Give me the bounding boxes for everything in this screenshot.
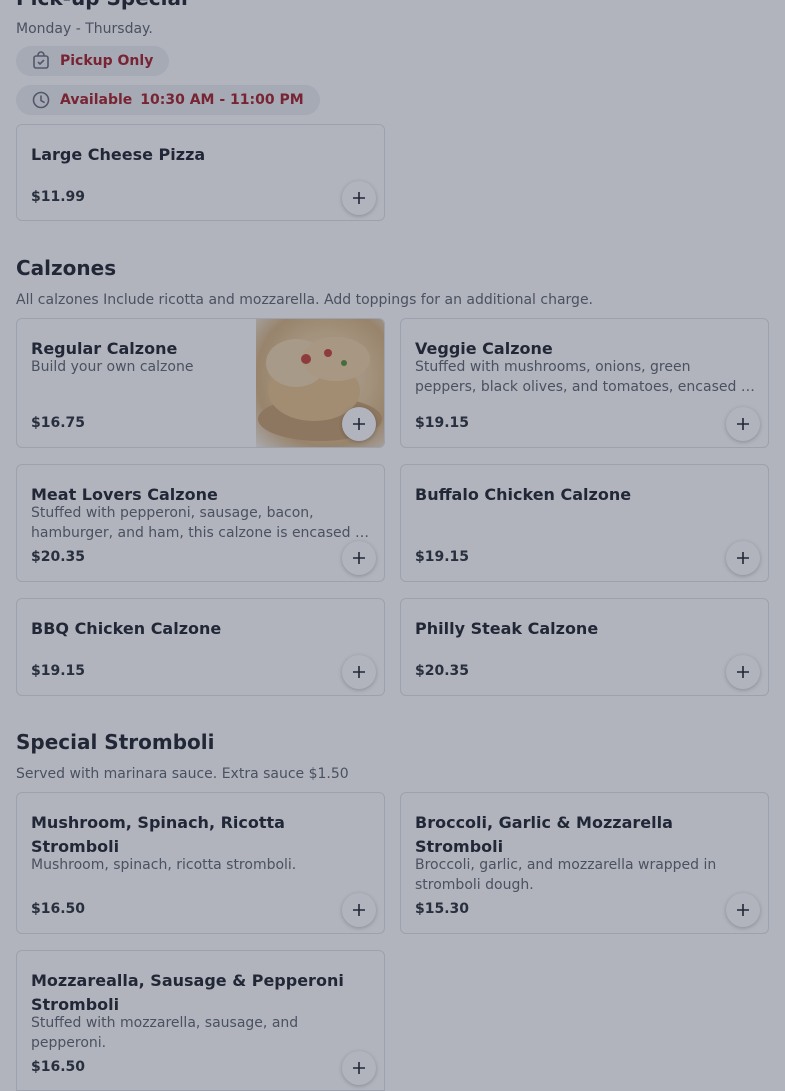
plus-icon xyxy=(353,666,365,678)
add-item-button[interactable] xyxy=(342,655,376,689)
add-item-button[interactable] xyxy=(726,541,760,575)
section-subtitle-calzones: All calzones Include ricotta and mozzare… xyxy=(16,292,594,308)
add-item-button[interactable] xyxy=(342,407,376,441)
item-price: $19.15 xyxy=(415,415,470,431)
menu-page: Pick-up Special Monday - Thursday. Picku… xyxy=(0,0,785,1091)
add-item-button[interactable] xyxy=(726,407,760,441)
plus-icon xyxy=(737,418,749,430)
menu-item-card[interactable]: Buffalo Chicken Calzone $19.15 xyxy=(400,464,769,582)
plus-icon xyxy=(737,552,749,564)
section-subtitle-stromboli: Served with marinara sauce. Extra sauce … xyxy=(16,766,349,782)
item-description: Build your own calzone xyxy=(31,359,194,375)
item-name: BBQ Chicken Calzone xyxy=(31,619,222,638)
item-price: $20.35 xyxy=(31,549,86,565)
add-item-button[interactable] xyxy=(342,181,376,215)
item-description: Stuffed with pepperoni, sausage, bacon, … xyxy=(31,505,368,541)
item-name: Large Cheese Pizza xyxy=(31,145,206,164)
add-item-button[interactable] xyxy=(342,541,376,575)
item-price: $19.15 xyxy=(31,663,86,679)
menu-item-card[interactable]: BBQ Chicken Calzone $19.15 xyxy=(16,598,385,696)
plus-icon xyxy=(353,552,365,564)
plus-icon xyxy=(737,666,749,678)
item-description: Stuffed with mushrooms, onions, green pe… xyxy=(415,359,754,395)
section-title-calzones: Calzones xyxy=(16,256,117,280)
section-title-pickup: Pick-up Special xyxy=(16,0,188,10)
clock-icon xyxy=(30,89,52,111)
item-name: Broccoli, Garlic & Mozzarella Stromboli xyxy=(415,813,673,856)
menu-item-card[interactable]: Regular Calzone Build your own calzone $… xyxy=(16,318,385,448)
pickup-only-label: Pickup Only xyxy=(60,53,154,69)
item-price: $16.75 xyxy=(31,415,86,431)
add-item-button[interactable] xyxy=(726,655,760,689)
item-description: Stuffed with mozzarella, sausage, and pe… xyxy=(31,1015,299,1051)
plus-icon xyxy=(353,418,365,430)
menu-item-card[interactable]: Large Cheese Pizza $11.99 xyxy=(16,124,385,221)
bag-icon xyxy=(30,50,52,72)
item-description: Mushroom, spinach, ricotta stromboli. xyxy=(31,857,297,873)
item-price: $11.99 xyxy=(31,189,86,205)
plus-icon xyxy=(353,904,365,916)
availability-badge: Available 10:30 AM - 11:00 PM xyxy=(16,85,320,115)
add-item-button[interactable] xyxy=(342,1051,376,1085)
pickup-only-badge: Pickup Only xyxy=(16,46,170,76)
item-price: $19.15 xyxy=(415,549,470,565)
menu-item-card[interactable]: Broccoli, Garlic & Mozzarella Stromboli … xyxy=(400,792,769,934)
add-item-button[interactable] xyxy=(342,893,376,927)
menu-item-card[interactable]: Veggie Calzone Stuffed with mushrooms, o… xyxy=(400,318,769,448)
section-title-stromboli: Special Stromboli xyxy=(16,730,215,754)
menu-item-card[interactable]: Mushroom, Spinach, Ricotta Stromboli Mus… xyxy=(16,792,385,934)
add-item-button[interactable] xyxy=(726,893,760,927)
item-name: Mushroom, Spinach, Ricotta Stromboli xyxy=(31,813,285,856)
menu-item-card[interactable]: Mozzarealla, Sausage & Pepperoni Strombo… xyxy=(16,950,385,1091)
item-description: Broccoli, garlic, and mozzarella wrapped… xyxy=(415,857,717,893)
section-subtitle-pickup: Monday - Thursday. xyxy=(16,21,153,37)
item-price: $20.35 xyxy=(415,663,470,679)
available-label: Available xyxy=(60,92,133,108)
plus-icon xyxy=(737,904,749,916)
available-hours: 10:30 AM - 11:00 PM xyxy=(140,92,304,108)
item-price: $16.50 xyxy=(31,1059,86,1075)
item-name: Buffalo Chicken Calzone xyxy=(415,485,632,504)
item-price: $15.30 xyxy=(415,901,470,917)
item-price: $16.50 xyxy=(31,901,86,917)
menu-item-card[interactable]: Meat Lovers Calzone Stuffed with peppero… xyxy=(16,464,385,582)
item-name: Philly Steak Calzone xyxy=(415,619,599,638)
menu-item-card[interactable]: Philly Steak Calzone $20.35 xyxy=(400,598,769,696)
item-name: Mozzarealla, Sausage & Pepperoni Strombo… xyxy=(31,971,344,1014)
plus-icon xyxy=(353,192,365,204)
plus-icon xyxy=(353,1062,365,1074)
